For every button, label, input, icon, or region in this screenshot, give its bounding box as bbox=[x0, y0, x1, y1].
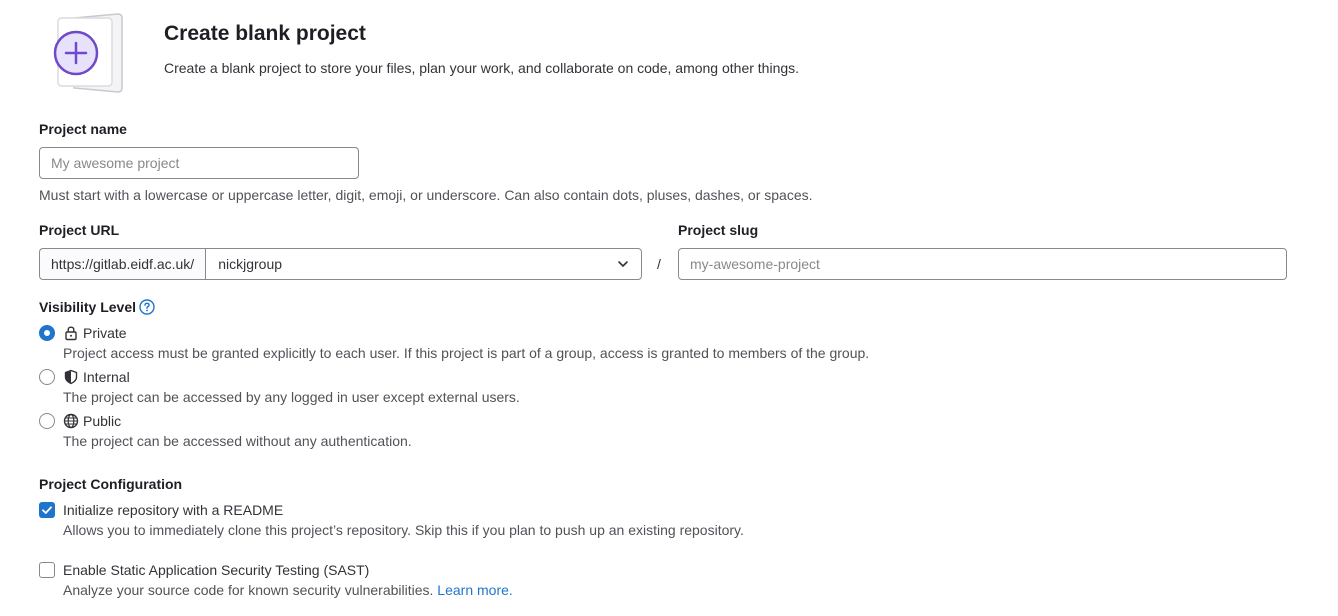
public-radio[interactable] bbox=[39, 413, 55, 429]
project-name-label: Project name bbox=[39, 121, 127, 137]
private-description: Project access must be granted explicitl… bbox=[63, 345, 870, 361]
lock-icon bbox=[63, 325, 79, 341]
shield-icon bbox=[63, 369, 79, 385]
public-label: Public bbox=[83, 413, 122, 429]
readme-description: Allows you to immediately clone this pro… bbox=[63, 522, 744, 538]
readme-label: Initialize repository with a README bbox=[63, 502, 284, 518]
project-url-label: Project URL bbox=[39, 222, 120, 238]
readme-option[interactable]: Initialize repository with a README bbox=[39, 502, 283, 518]
visibility-level-label: Visibility Level bbox=[39, 299, 155, 315]
sast-description-row: Analyze your source code for known secur… bbox=[63, 582, 513, 598]
blank-project-illustration bbox=[52, 12, 136, 97]
blank-project-plus-icon bbox=[53, 13, 123, 93]
project-name-help: Must start with a lowercase or uppercase… bbox=[39, 187, 813, 203]
internal-radio[interactable] bbox=[39, 369, 55, 385]
project-slug-label: Project slug bbox=[678, 222, 759, 238]
readme-checkbox[interactable] bbox=[39, 502, 55, 518]
sast-learn-more-link[interactable]: Learn more. bbox=[437, 582, 512, 598]
sast-checkbox[interactable] bbox=[39, 562, 55, 578]
visibility-option-private[interactable]: Private bbox=[39, 325, 127, 341]
internal-label: Internal bbox=[83, 369, 130, 385]
checkmark-icon bbox=[42, 506, 52, 514]
chevron-down-icon bbox=[618, 261, 628, 267]
namespace-value: nickjgroup bbox=[218, 256, 283, 272]
visibility-level-title: Visibility Level bbox=[39, 299, 137, 315]
page-title: Create blank project bbox=[164, 22, 366, 45]
project-url-group: https://gitlab.eidf.ac.uk/ nickjgroup bbox=[39, 248, 642, 280]
private-label: Private bbox=[83, 325, 127, 341]
sast-label: Enable Static Application Security Testi… bbox=[63, 562, 370, 578]
project-name-input[interactable] bbox=[39, 147, 359, 179]
internal-description: The project can be accessed by any logge… bbox=[63, 389, 520, 405]
page-description: Create a blank project to store your fil… bbox=[164, 60, 800, 76]
visibility-option-internal[interactable]: Internal bbox=[39, 369, 130, 385]
sast-description: Analyze your source code for known secur… bbox=[63, 582, 434, 598]
question-circle-icon[interactable] bbox=[139, 299, 155, 315]
project-configuration-label: Project Configuration bbox=[39, 476, 183, 492]
url-prefix: https://gitlab.eidf.ac.uk/ bbox=[39, 248, 206, 280]
visibility-option-public[interactable]: Public bbox=[39, 413, 121, 429]
private-radio[interactable] bbox=[39, 325, 55, 341]
url-separator: / bbox=[657, 256, 661, 272]
namespace-select[interactable]: nickjgroup bbox=[205, 248, 642, 280]
sast-option[interactable]: Enable Static Application Security Testi… bbox=[39, 562, 369, 578]
project-slug-input[interactable] bbox=[678, 248, 1287, 280]
public-description: The project can be accessed without any … bbox=[63, 433, 412, 449]
earth-icon bbox=[63, 413, 79, 429]
